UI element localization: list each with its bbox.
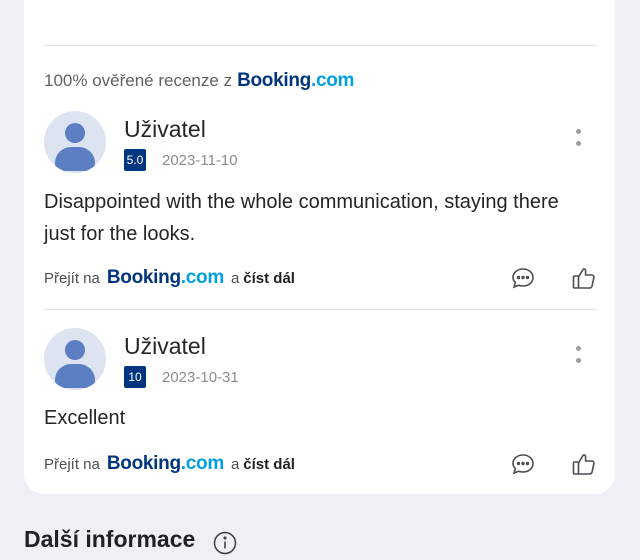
review-footer: Přejít na Booking.com a číst dál bbox=[44, 453, 295, 475]
comment-icon[interactable] bbox=[509, 450, 537, 478]
read-more-link[interactable]: číst dál bbox=[243, 456, 295, 473]
conjunction: a bbox=[230, 456, 240, 473]
review-text: Excellent bbox=[44, 407, 126, 429]
goto-label: Přejít na bbox=[44, 456, 100, 473]
booking-link[interactable]: Booking.com bbox=[107, 453, 224, 475]
thumbs-up-icon[interactable] bbox=[570, 450, 598, 478]
avatar-icon bbox=[44, 328, 106, 390]
more-vertical-icon[interactable] bbox=[573, 346, 583, 376]
review-date: 2023-10-31 bbox=[162, 369, 239, 386]
review-username: Uživatel bbox=[124, 333, 206, 359]
review-score-badge: 10 bbox=[124, 366, 146, 388]
review-item: Uživatel 10 2023-10-31 Excellent Přejít … bbox=[44, 0, 597, 500]
section-title: Další informace bbox=[24, 526, 196, 552]
info-icon[interactable] bbox=[213, 531, 237, 555]
